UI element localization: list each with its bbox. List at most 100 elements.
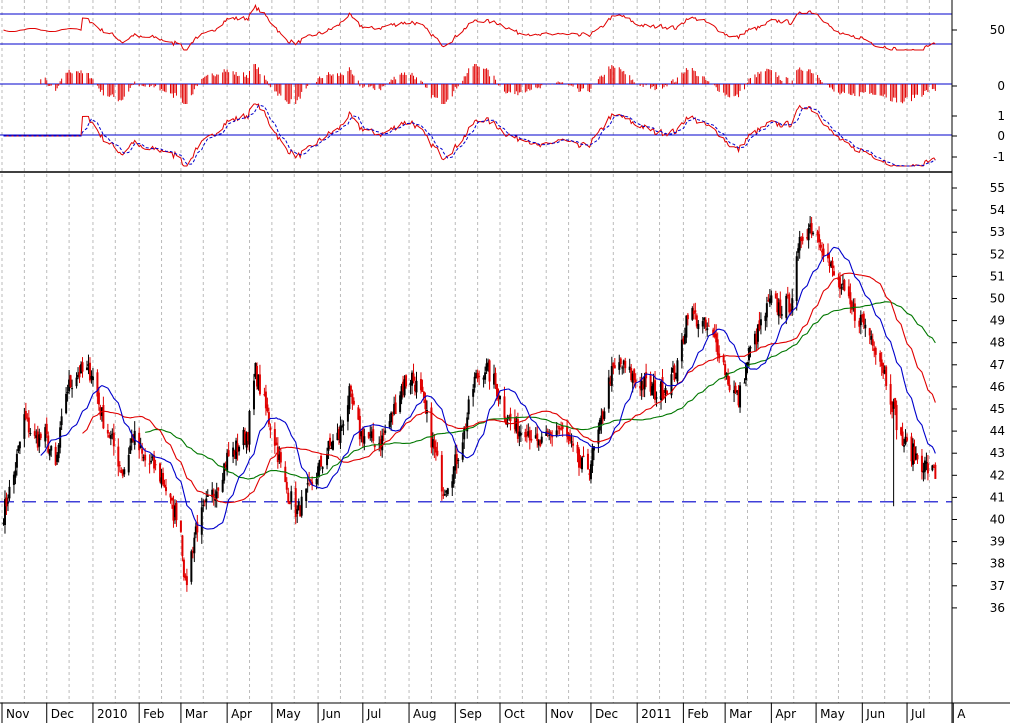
candle-up bbox=[589, 464, 592, 480]
candle-down bbox=[182, 559, 185, 578]
candle-down bbox=[871, 339, 874, 346]
price-tick-label: 51 bbox=[990, 269, 1005, 283]
candle-down bbox=[372, 429, 375, 441]
grid-layer bbox=[1, 0, 930, 703]
candle-up bbox=[340, 425, 343, 428]
month-label: Mar bbox=[185, 707, 208, 721]
candle-up bbox=[870, 335, 873, 340]
candle-up bbox=[591, 448, 594, 466]
candle-down bbox=[572, 443, 575, 446]
candle-down bbox=[162, 472, 165, 485]
candle-down bbox=[117, 446, 120, 467]
candle-down bbox=[382, 433, 385, 435]
candle-down bbox=[624, 360, 627, 369]
candle-up bbox=[446, 488, 449, 495]
candle-down bbox=[831, 260, 834, 269]
candle-down bbox=[478, 375, 481, 377]
candle-up bbox=[85, 367, 88, 370]
candle-up bbox=[467, 399, 470, 415]
candle-up bbox=[680, 339, 683, 362]
moving-average-mid bbox=[82, 272, 936, 504]
candle-down bbox=[39, 433, 42, 439]
candle-down bbox=[916, 455, 919, 460]
month-label: A bbox=[957, 707, 966, 721]
candle-up bbox=[498, 395, 501, 400]
month-label: Sep bbox=[459, 707, 482, 721]
candle-up bbox=[8, 486, 11, 499]
candle-up bbox=[770, 295, 773, 303]
candle-up bbox=[60, 416, 63, 426]
panel-tick-label: 0 bbox=[997, 129, 1005, 143]
candle-up bbox=[305, 488, 308, 502]
candle-down bbox=[850, 301, 853, 310]
candle-up bbox=[221, 479, 224, 492]
candle-down bbox=[536, 433, 539, 442]
candle-down bbox=[853, 303, 856, 321]
candle-down bbox=[613, 365, 616, 369]
candle-down bbox=[69, 375, 72, 388]
candle-down bbox=[185, 576, 188, 586]
candle-up bbox=[384, 430, 387, 433]
candle-up bbox=[71, 388, 74, 390]
price-tick-label: 53 bbox=[990, 225, 1005, 239]
candle-up bbox=[676, 360, 679, 382]
candle-down bbox=[822, 248, 825, 256]
candle-up bbox=[603, 411, 606, 419]
candle-down bbox=[838, 277, 841, 290]
candle-down bbox=[832, 271, 835, 276]
candle-down bbox=[889, 384, 892, 405]
price-tick-label: 49 bbox=[990, 314, 1005, 328]
candle-up bbox=[697, 323, 700, 330]
month-label: Oct bbox=[504, 707, 525, 721]
candle-down bbox=[424, 399, 427, 410]
month-label: Dec bbox=[51, 707, 74, 721]
candle-up bbox=[14, 470, 17, 478]
price-tick-label: 38 bbox=[990, 557, 1005, 571]
candle-down bbox=[227, 450, 230, 457]
candle-up bbox=[18, 441, 21, 449]
candle-down bbox=[118, 465, 121, 467]
candle-down bbox=[266, 404, 269, 412]
price-tick-label: 37 bbox=[990, 579, 1005, 593]
candle-down bbox=[663, 394, 666, 396]
candle-down bbox=[843, 280, 846, 291]
indicator-panels bbox=[0, 3, 952, 167]
candle-down bbox=[455, 454, 458, 465]
candle-down bbox=[934, 464, 937, 479]
candle-up bbox=[739, 385, 742, 408]
price-tick-label: 44 bbox=[990, 424, 1005, 438]
candle-up bbox=[66, 392, 69, 394]
candle-up bbox=[461, 442, 464, 460]
candle-down bbox=[665, 390, 668, 395]
candle-up bbox=[15, 453, 18, 468]
candle-up bbox=[457, 459, 460, 461]
candle-down bbox=[5, 497, 8, 507]
candle-down bbox=[436, 450, 439, 456]
candle-up bbox=[759, 319, 762, 326]
candle-up bbox=[326, 453, 329, 466]
candle-up bbox=[202, 504, 205, 506]
axes-layer: 50 0 1 0 -1 55 54 53 52 51 50 49 48 47 46 45 44 43 42 41 40 3… bbox=[0, 0, 1010, 723]
month-label: Nov bbox=[6, 707, 29, 721]
candle-up bbox=[780, 314, 783, 316]
candle-down bbox=[561, 426, 564, 429]
month-label: 2011 bbox=[641, 707, 672, 721]
candle-up bbox=[795, 256, 798, 301]
candle-down bbox=[275, 442, 278, 446]
month-label: Dec bbox=[595, 707, 618, 721]
price-tick-label: 45 bbox=[990, 402, 1005, 416]
stock-chart: 50 0 1 0 -1 55 54 53 52 51 50 49 48 47 46 45 44 43 42 41 40 3… bbox=[0, 0, 1010, 723]
candle-down bbox=[287, 492, 290, 503]
candle-up bbox=[701, 321, 704, 327]
candle-up bbox=[205, 498, 208, 503]
price-tick-label: 48 bbox=[990, 336, 1005, 350]
candle-up bbox=[749, 347, 752, 349]
candle-up bbox=[339, 425, 342, 443]
candle-down bbox=[619, 358, 622, 365]
candle-up bbox=[109, 435, 112, 439]
candle-up bbox=[840, 287, 843, 289]
candle-down bbox=[106, 429, 109, 434]
candle-down bbox=[329, 437, 332, 446]
candle-up bbox=[812, 232, 815, 234]
candle-down bbox=[819, 244, 822, 248]
